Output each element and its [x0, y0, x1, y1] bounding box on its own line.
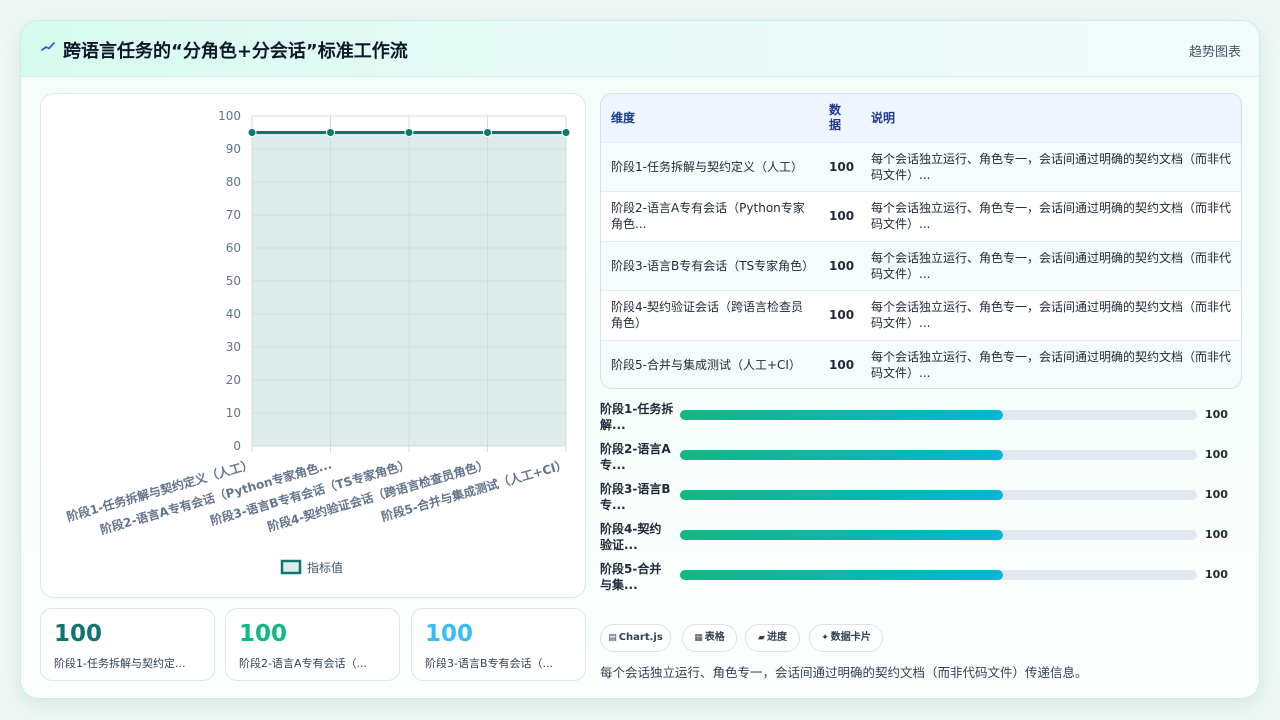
- column-header-data: 数据: [829, 102, 842, 132]
- progress-track: [680, 570, 1197, 580]
- table-icon: ▦: [694, 633, 703, 643]
- trend-chart-link[interactable]: 趋势图表: [1189, 41, 1241, 60]
- cell-dimension: 阶段1-任务拆解与契约定义（人工）: [611, 159, 803, 174]
- cell-description: 每个会话独立运行、角色专一，会话间通过明确的契约文档（而非代码文件）...: [871, 300, 1232, 331]
- data-point: [404, 128, 414, 137]
- progress-row-4: 阶段4-契约 验证... 100: [600, 519, 1250, 559]
- progress-label: 阶段4-契约 验证...: [600, 522, 662, 552]
- progress-row-3: 阶段3-语言B 专... 100: [600, 479, 1250, 519]
- cell-data: 100: [829, 358, 855, 372]
- stat-label: 阶段1-任务拆解与契约定...: [54, 657, 186, 670]
- progress-row-1: 阶段1-任务拆 解... 100: [600, 399, 1250, 439]
- progress-value: 100: [1205, 408, 1228, 421]
- progress-value: 100: [1205, 528, 1228, 541]
- footer-note: 每个会话独立运行、角色专一，会话间通过明确的契约文档（而非代码文件）传递信息。: [600, 665, 1088, 680]
- table-row: 阶段5-合并与集成测试（人工+CI） 100 每个会话独立运行、角色专一，会话间…: [601, 340, 1241, 388]
- progress-track: [680, 410, 1197, 420]
- cell-description: 每个会话独立运行、角色专一，会话间通过明确的契约文档（而非代码文件）...: [871, 250, 1232, 281]
- progress-icon: ▰: [758, 633, 765, 643]
- stat-card-3: 100 阶段3-语言B专有会话（...: [411, 608, 586, 681]
- stat-label: 阶段3-语言B专有会话（...: [425, 657, 554, 670]
- progress-fill: [680, 450, 1004, 460]
- data-point: [561, 128, 571, 137]
- progress-fill: [680, 570, 1004, 580]
- progress-value: 100: [1205, 568, 1228, 581]
- y-tick-label: 30: [226, 340, 241, 354]
- chip-label: 表格: [704, 632, 725, 643]
- stat-value: 100: [239, 621, 288, 647]
- progress-fill: [680, 530, 1004, 540]
- table-row: 阶段2-语言A专有会话（Python专家角色... 100 每个会话独立运行、角…: [601, 191, 1241, 242]
- progress-track: [680, 450, 1197, 460]
- cell-dimension: 阶段4-契约验证会话（跨语言检查员角色）: [611, 300, 803, 331]
- chip-label: 进度: [766, 632, 787, 643]
- trend-icon: [41, 42, 55, 51]
- y-tick-label: 20: [226, 373, 241, 387]
- chip-label: 数据卡片: [830, 632, 871, 643]
- chip-data-card[interactable]: ✦ 数据卡片: [809, 624, 883, 652]
- data-point: [247, 128, 257, 137]
- cell-dimension: 阶段3-语言B专有会话（TS专家角色）: [611, 258, 815, 273]
- progress-label: 阶段5-合并 与集...: [600, 562, 662, 592]
- sparkle-icon: ✦: [821, 633, 829, 643]
- progress-label: 阶段3-语言B 专...: [600, 482, 671, 512]
- progress-label: 阶段2-语言A 专...: [600, 442, 671, 472]
- page-title: 跨语言任务的“分角色+分会话”标准工作流: [63, 41, 408, 62]
- chip-progress[interactable]: ▰ 进度: [745, 624, 800, 652]
- cell-dimension: 阶段5-合并与集成测试（人工+CI）: [611, 358, 801, 372]
- header-bar: 跨语言任务的“分角色+分会话”标准工作流 趋势图表: [21, 21, 1259, 77]
- cell-description: 每个会话独立运行、角色专一，会话间通过明确的契约文档（而非代码文件）...: [871, 201, 1232, 232]
- column-header-dimension: 维度: [611, 111, 636, 126]
- chart-icon: ▤: [608, 633, 617, 643]
- y-tick-label: 50: [226, 274, 241, 288]
- chip-table[interactable]: ▦ 表格: [682, 624, 737, 652]
- chip-label: Chart.js: [618, 632, 663, 643]
- progress-row-5: 阶段5-合并 与集... 100: [600, 559, 1250, 599]
- table-row: 阶段3-语言B专有会话（TS专家角色） 100 每个会话独立运行、角色专一，会话…: [601, 241, 1241, 291]
- stat-card-1: 100 阶段1-任务拆解与契约定...: [40, 608, 215, 681]
- data-point: [326, 128, 335, 137]
- stat-value: 100: [425, 621, 474, 647]
- table-row: 阶段4-契约验证会话（跨语言检查员角色） 100 每个会话独立运行、角色专一，会…: [601, 290, 1241, 341]
- progress-value: 100: [1205, 488, 1228, 501]
- cell-data: 100: [829, 258, 855, 273]
- table-header-row: 维度 数据 说明: [601, 94, 1241, 142]
- y-tick-label: 90: [226, 142, 241, 156]
- y-tick-label: 0: [233, 439, 241, 453]
- column-header-description: 说明: [871, 111, 896, 126]
- progress-fill: [680, 410, 1004, 420]
- dashboard-card: 跨语言任务的“分角色+分会话”标准工作流 趋势图表 0 10 20 30 40 50 60 7…: [20, 20, 1260, 699]
- progress-value: 100: [1205, 448, 1228, 461]
- cell-dimension: 阶段2-语言A专有会话（Python专家角色...: [611, 201, 805, 232]
- data-table: 维度 数据 说明 阶段1-任务拆解与契约定义（人工） 100 每个会话独立运行、…: [600, 93, 1242, 389]
- y-tick-label: 100: [218, 109, 241, 123]
- cell-data: 100: [829, 308, 855, 323]
- y-tick-label: 80: [226, 175, 241, 189]
- progress-track: [680, 530, 1197, 540]
- chip-chartjs[interactable]: ▤ Chart.js: [600, 624, 671, 652]
- legend-label: 指标值: [307, 560, 343, 575]
- stat-value: 100: [54, 621, 103, 647]
- cell-data: 100: [829, 159, 855, 174]
- cell-description: 每个会话独立运行、角色专一，会话间通过明确的契约文档（而非代码文件）...: [871, 151, 1232, 182]
- legend-swatch: [280, 559, 302, 575]
- y-tick-label: 70: [226, 208, 241, 222]
- y-tick-label: 10: [226, 406, 241, 420]
- stat-card-2: 100 阶段2-语言A专有会话（...: [225, 608, 400, 681]
- progress-track: [680, 490, 1197, 500]
- progress-label: 阶段1-任务拆 解...: [600, 402, 674, 432]
- data-point: [483, 128, 492, 137]
- line-chart: 0102030405060708090100阶段1-任务拆解与契约定义（人工）阶…: [65, 109, 571, 575]
- table-row: 阶段1-任务拆解与契约定义（人工） 100 每个会话独立运行、角色专一，会话间通…: [601, 142, 1241, 192]
- stat-label: 阶段2-语言A专有会话（...: [239, 657, 367, 670]
- line-chart-panel: 0 10 20 30 40 50 60 70 80 90 100 阶段1-任务拆解与契约定义（人工）阶…: [40, 93, 586, 598]
- y-tick-label: 60: [226, 241, 241, 255]
- cell-data: 100: [829, 209, 855, 224]
- progress-fill: [680, 490, 1004, 500]
- cell-description: 每个会话独立运行、角色专一，会话间通过明确的契约文档（而非代码文件）...: [871, 350, 1232, 380]
- y-tick-label: 40: [226, 307, 241, 321]
- progress-row-2: 阶段2-语言A 专... 100: [600, 439, 1250, 479]
